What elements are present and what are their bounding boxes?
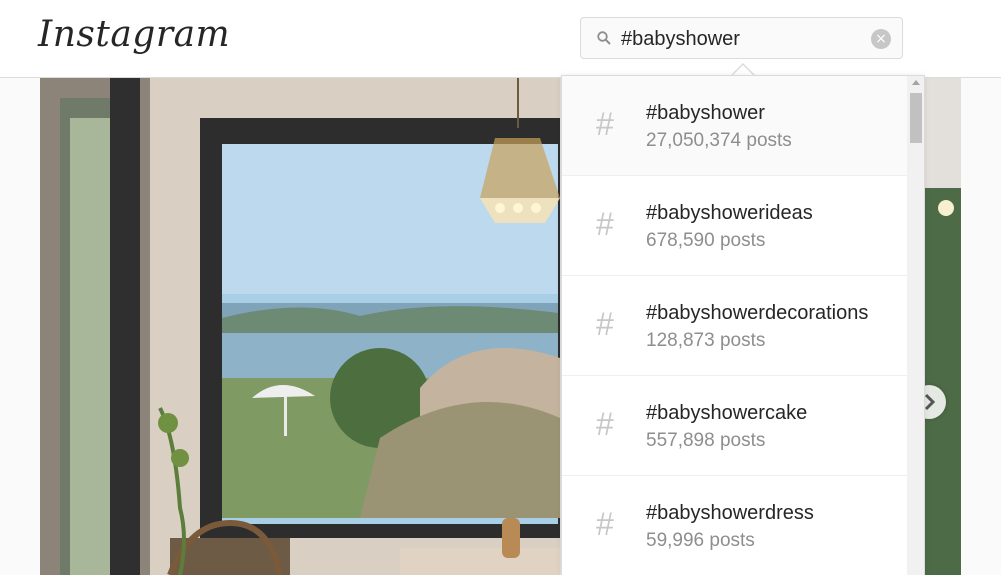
result-post-count: 678,590 posts: [646, 230, 766, 251]
result-post-count: 27,050,374 posts: [646, 130, 792, 151]
result-post-count: 557,898 posts: [646, 430, 766, 451]
search-result-item[interactable]: # #babyshowerdecorations 128,873 posts: [562, 276, 907, 376]
search-result-item[interactable]: # #babyshowerideas 678,590 posts: [562, 176, 907, 276]
clear-icon[interactable]: ×: [871, 29, 891, 49]
result-hashtag: #babyshowerideas: [646, 202, 813, 224]
search-box[interactable]: ×: [580, 17, 903, 59]
instagram-logo[interactable]: Instagram: [38, 14, 230, 55]
search-result-item[interactable]: # #babyshowercake 557,898 posts: [562, 376, 907, 476]
hashtag-icon: #: [596, 206, 614, 242]
search-result-item[interactable]: # #babyshowerdress 59,996 posts: [562, 476, 907, 575]
top-navigation-bar: Instagram ×: [0, 0, 1001, 78]
scroll-up-icon[interactable]: [912, 80, 920, 85]
search-result-item[interactable]: # #babyshower 27,050,374 posts: [562, 76, 907, 176]
scrollbar-thumb[interactable]: [910, 93, 922, 143]
search-input[interactable]: [621, 26, 861, 52]
hashtag-icon: #: [596, 306, 614, 342]
hashtag-icon: #: [596, 506, 614, 542]
hashtag-icon: #: [596, 406, 614, 442]
hashtag-icon: #: [596, 106, 614, 142]
result-hashtag: #babyshowerdress: [646, 502, 814, 524]
result-post-count: 128,873 posts: [646, 330, 766, 351]
search-icon: [597, 31, 611, 45]
result-hashtag: #babyshower: [646, 102, 765, 124]
result-post-count: 59,996 posts: [646, 530, 755, 551]
result-hashtag: #babyshowerdecorations: [646, 302, 869, 324]
result-hashtag: #babyshowercake: [646, 402, 808, 424]
search-results-dropdown: # #babyshower 27,050,374 posts # #babysh…: [561, 75, 925, 575]
dropdown-scrollbar[interactable]: [907, 76, 924, 575]
